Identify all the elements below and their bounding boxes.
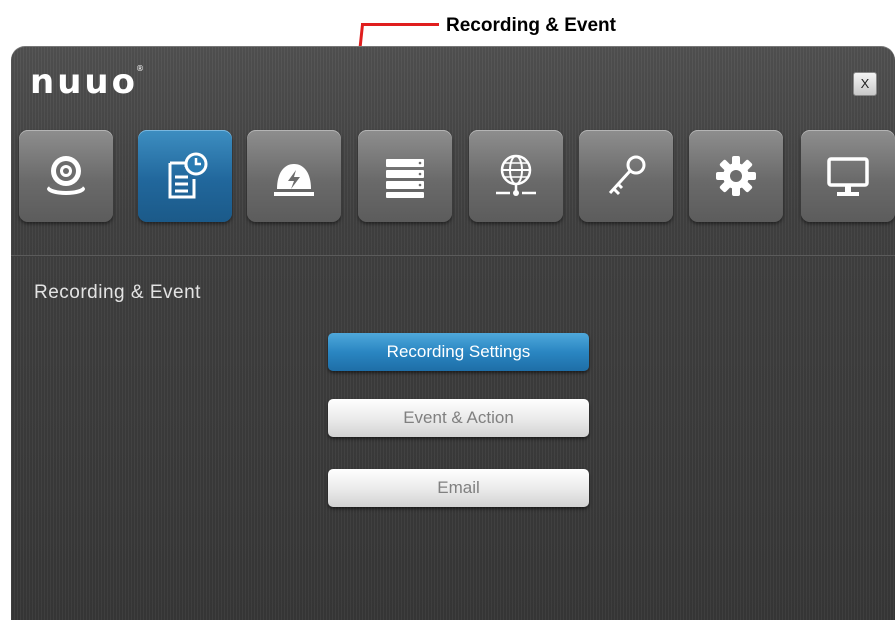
storage-icon [386, 159, 424, 198]
tab-settings[interactable] [689, 130, 783, 222]
tab-network[interactable] [469, 130, 563, 222]
network-icon [496, 154, 536, 196]
tab-monitor[interactable] [801, 130, 895, 222]
page-title: Recording & Event [34, 282, 201, 303]
logo-text: nuuo [30, 62, 138, 102]
callout-label: Recording & Event [446, 15, 616, 36]
monitor-icon [827, 157, 869, 196]
recording-schedule-icon [168, 152, 208, 199]
separator [11, 255, 895, 257]
gear-icon [716, 156, 756, 196]
logo-registered-mark: ® [135, 64, 147, 73]
tab-storage[interactable] [358, 130, 452, 222]
camera-icon [47, 156, 85, 195]
callout-line-horizontal [361, 23, 439, 26]
recording-settings-button[interactable]: Recording Settings [328, 333, 589, 371]
tab-recording-event[interactable] [138, 130, 232, 222]
tab-key[interactable] [579, 130, 673, 222]
nuuo-logo: nuuo® [30, 62, 149, 102]
event-action-button[interactable]: Event & Action [328, 399, 589, 437]
tab-camera[interactable] [19, 130, 113, 222]
close-button[interactable]: X [853, 72, 877, 96]
email-button[interactable]: Email [328, 469, 589, 507]
alarm-icon [274, 164, 314, 196]
tab-alarm[interactable] [247, 130, 341, 222]
nuuo-window: nuuo® X Recording & Event Recording Sett… [11, 46, 895, 620]
key-icon [608, 155, 646, 196]
